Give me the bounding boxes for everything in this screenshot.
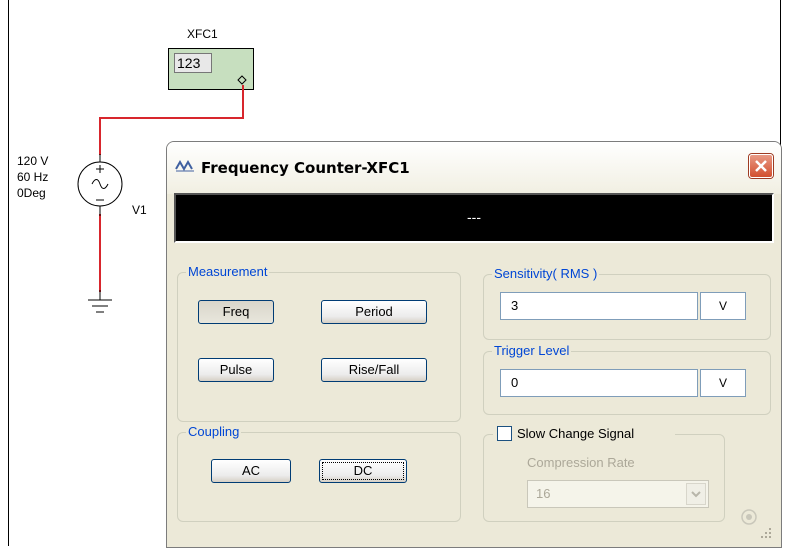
sensitivity-input[interactable]: 3: [500, 292, 698, 320]
freq-button[interactable]: Freq: [198, 300, 274, 324]
wire-segment: [99, 117, 244, 119]
close-button[interactable]: [749, 154, 773, 178]
dialog-titlebar[interactable]: Frequency Counter-XFC1: [167, 142, 781, 194]
instrument-icon: [175, 159, 194, 172]
trigger-label: Trigger Level: [492, 343, 572, 359]
sensitivity-label: Sensitivity( RMS ): [492, 266, 600, 282]
frequency-counter-instrument[interactable]: 123: [168, 48, 254, 90]
close-icon: [755, 160, 767, 172]
source-phase: 0Deg: [17, 186, 46, 200]
coupling-label: Coupling: [186, 424, 242, 440]
compression-rate-label: Compression Rate: [527, 455, 635, 470]
measurement-label: Measurement: [186, 264, 270, 280]
trigger-input[interactable]: 0: [500, 369, 698, 397]
pulse-button[interactable]: Pulse: [198, 358, 274, 382]
canvas-border-left: [8, 0, 9, 546]
slow-change-label: Slow Change Signal: [517, 426, 635, 441]
frequency-counter-dialog: Frequency Counter-XFC1 --- Measurement F…: [166, 141, 782, 548]
slow-change-checkbox[interactable]: [497, 426, 512, 441]
wire-segment: [242, 85, 244, 118]
dropdown-arrow-icon: [686, 483, 706, 505]
rise-fall-button[interactable]: Rise/Fall: [321, 358, 427, 382]
source-frequency: 60 Hz: [17, 170, 49, 184]
trigger-unit: V: [700, 369, 746, 397]
dc-coupling-button[interactable]: DC: [319, 459, 407, 483]
ground-icon: [88, 290, 112, 313]
compression-rate-select: 16: [527, 480, 709, 508]
dialog-title: Frequency Counter-XFC1: [201, 159, 410, 177]
counter-display: ---: [174, 193, 774, 243]
sensitivity-unit: V: [700, 292, 746, 320]
ac-source-icon[interactable]: [70, 150, 132, 220]
ac-coupling-button[interactable]: AC: [211, 459, 291, 483]
instrument-display: 123: [174, 53, 212, 73]
source-label: V1: [132, 203, 147, 217]
source-voltage: 120 V: [17, 154, 49, 168]
wire-segment: [99, 214, 101, 292]
compression-rate-value: 16: [536, 486, 551, 501]
slow-change-group: [483, 434, 725, 522]
instrument-label: XFC1: [187, 27, 218, 41]
period-button[interactable]: Period: [321, 300, 427, 324]
measurement-group: Measurement: [177, 264, 461, 422]
resize-grip-icon[interactable]: [739, 506, 775, 542]
terminal-icon[interactable]: [237, 75, 247, 85]
